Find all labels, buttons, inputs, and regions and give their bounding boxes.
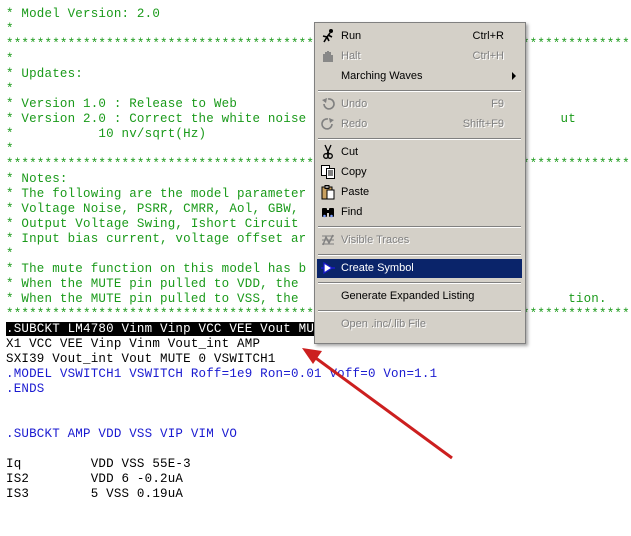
menu-item-open-inc-lib-file[interactable]: Open .inc/.lib File	[317, 315, 522, 334]
menu-separator	[318, 310, 521, 312]
menu-item-cut[interactable]: Cut	[317, 143, 522, 162]
menu-item-find[interactable]: Find	[317, 203, 522, 222]
redo-icon	[320, 116, 336, 132]
menu-item-label: Visible Traces	[341, 234, 410, 246]
menu-item-visible-traces[interactable]: Visible Traces	[317, 231, 522, 250]
copy-icon	[320, 164, 336, 180]
menu-item-label: Run	[341, 30, 362, 42]
halt-icon	[320, 48, 336, 64]
menu-item-label: Paste	[341, 186, 370, 198]
menu-separator	[318, 254, 521, 256]
menu-item-label: Cut	[341, 146, 359, 158]
menu-item-shortcut: Shift+F9	[462, 118, 504, 130]
menu-item-create-symbol[interactable]: Create Symbol	[317, 259, 522, 278]
menu-item-run[interactable]: Run Ctrl+R	[317, 27, 522, 46]
menu-item-shortcut: Ctrl+H	[472, 50, 504, 62]
menu-item-shortcut: F9	[491, 98, 504, 110]
menu-item-marching-waves[interactable]: Marching Waves	[317, 67, 522, 86]
menu-item-label: Undo	[341, 98, 368, 110]
visible-traces-icon	[320, 232, 336, 248]
menu-separator	[318, 226, 521, 228]
undo-icon	[320, 96, 336, 112]
annotation-arrow-line	[312, 354, 453, 460]
menu-item-copy[interactable]: Copy	[317, 163, 522, 182]
menu-item-label: Marching Waves	[341, 70, 423, 82]
menu-item-shortcut: Ctrl+R	[472, 30, 504, 42]
menu-item-label: Find	[341, 206, 363, 218]
menu-item-label: Open .inc/.lib File	[341, 318, 426, 330]
menu-item-label: Create Symbol	[341, 262, 414, 274]
create-symbol-icon	[320, 260, 336, 276]
run-icon	[320, 28, 336, 44]
menu-separator	[318, 282, 521, 284]
menu-separator	[318, 138, 521, 140]
menu-item-label: Redo	[341, 118, 368, 130]
menu-item-label: Halt	[341, 50, 361, 62]
menu-item-redo[interactable]: Redo Shift+F9	[317, 115, 522, 134]
submenu-arrow-icon	[512, 72, 516, 80]
menu-item-label: Generate Expanded Listing	[341, 290, 475, 302]
paste-icon	[320, 184, 336, 200]
find-icon	[320, 204, 336, 220]
context-menu: Run Ctrl+R Halt Ctrl+H Marching Waves Undo F9 R…	[314, 22, 526, 344]
menu-item-paste[interactable]: Paste	[317, 183, 522, 202]
menu-separator	[318, 90, 521, 92]
menu-item-undo[interactable]: Undo F9	[317, 95, 522, 114]
cut-icon	[320, 144, 336, 160]
menu-item-generate-expanded-listing[interactable]: Generate Expanded Listing	[317, 287, 522, 306]
menu-item-label: Copy	[341, 166, 367, 178]
menu-item-halt[interactable]: Halt Ctrl+H	[317, 47, 522, 66]
